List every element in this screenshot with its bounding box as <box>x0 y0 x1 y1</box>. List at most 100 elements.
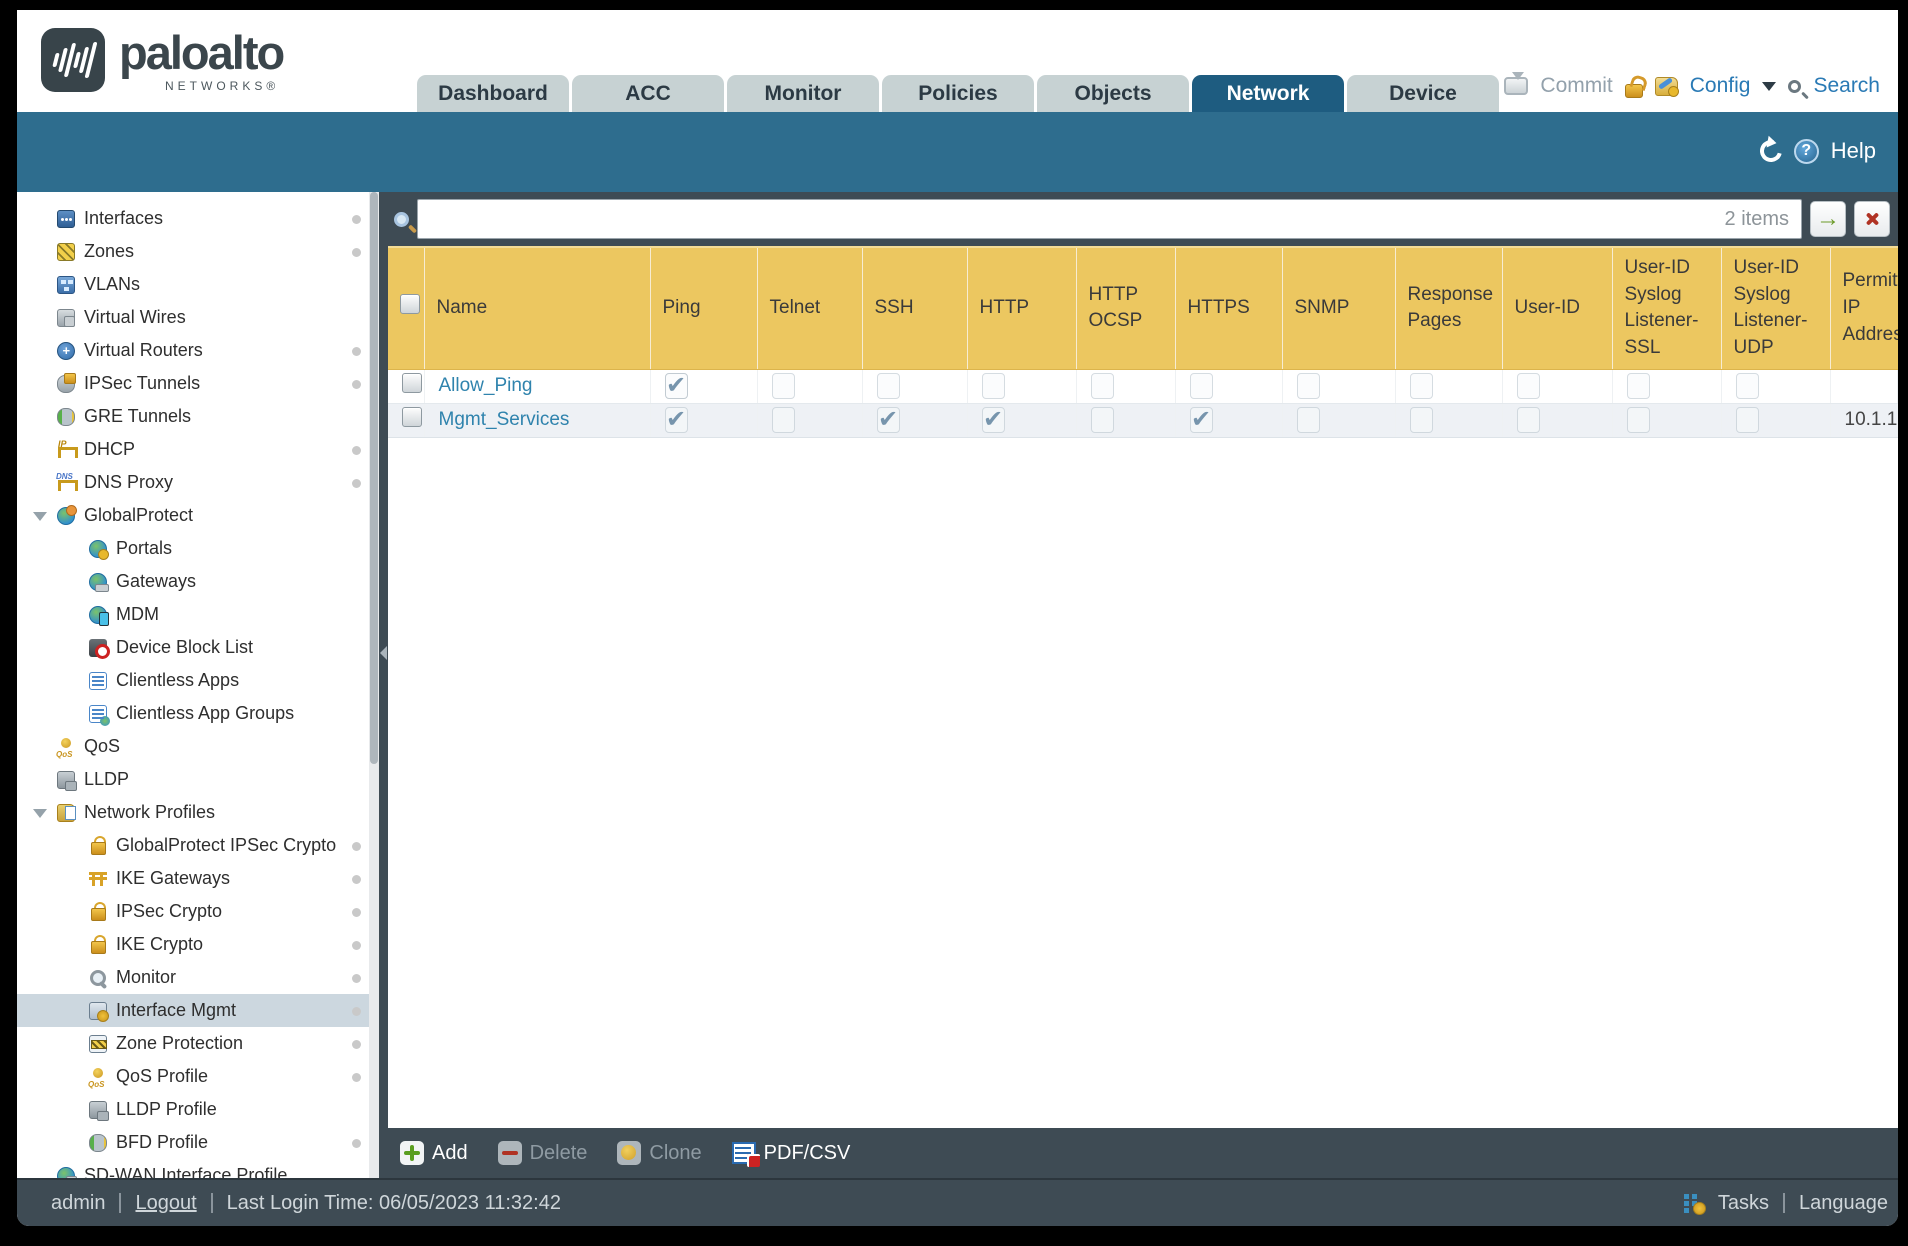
uid-syslog-ssl-check-cell <box>1612 403 1722 438</box>
commit-button[interactable]: Commit <box>1540 74 1612 98</box>
sidebar-item-sd-wan-interface-profile[interactable]: SD-WAN Interface Profile <box>17 1159 379 1178</box>
select-all-checkbox[interactable] <box>400 293 420 314</box>
table-header-row: Name Ping Telnet SSH HTTP HTTP OCSP HTTP… <box>388 246 1898 370</box>
help-icon[interactable]: ? <box>1793 138 1819 164</box>
row-checkbox[interactable] <box>402 373 422 393</box>
tasks-link[interactable]: Tasks <box>1718 1192 1769 1215</box>
checkbox-indicator <box>664 373 688 399</box>
http-ocsp-check-cell <box>1076 403 1176 438</box>
sidebar-scrollbar[interactable] <box>369 192 379 1178</box>
sidebar-item-portals[interactable]: Portals <box>17 532 379 565</box>
interfaces-icon <box>57 209 75 228</box>
sidebar-item-interface-mgmt[interactable]: Interface Mgmt <box>17 994 379 1027</box>
chevron-down-icon[interactable] <box>1762 82 1777 98</box>
config-button[interactable]: Config <box>1690 74 1751 98</box>
add-button[interactable]: Add <box>400 1141 468 1165</box>
filter-search-icon <box>394 211 409 227</box>
pdf-csv-button[interactable]: PDF/CSV <box>731 1142 850 1167</box>
sidebar-item-bfd-profile[interactable]: BFD Profile <box>17 1126 379 1159</box>
tab-objects[interactable]: Objects <box>1037 75 1189 112</box>
clientless-app-groups-icon <box>89 704 110 726</box>
sidebar-item-ike-gateways[interactable]: IKE Gateways <box>17 862 379 895</box>
column-header-http-ocsp[interactable]: HTTP OCSP <box>1076 246 1176 370</box>
http-ocsp-check-cell <box>1076 369 1176 404</box>
sidebar-item-dhcp[interactable]: DHCP <box>17 433 379 466</box>
clear-filter-button[interactable] <box>1854 201 1890 237</box>
http-check-cell <box>967 403 1077 438</box>
global-search-button[interactable]: Search <box>1813 74 1880 98</box>
sidebar-item-lldp-profile[interactable]: LLDP Profile <box>17 1093 379 1126</box>
column-header-response-pages[interactable]: Response Pages <box>1395 246 1503 370</box>
column-header-user-id[interactable]: User-ID <box>1502 246 1613 370</box>
tab-dashboard[interactable]: Dashboard <box>417 75 569 112</box>
column-header-uid-syslog-ssl[interactable]: User-ID Syslog Listener-SSL <box>1612 246 1722 370</box>
column-header-ping[interactable]: Ping <box>650 246 758 370</box>
sidebar-item-globalprotect[interactable]: GlobalProtect <box>17 499 379 532</box>
help-link[interactable]: Help <box>1831 138 1876 164</box>
sidebar-scrollbar-thumb[interactable] <box>370 192 378 764</box>
sidebar-item-zones[interactable]: Zones <box>17 235 379 268</box>
tab-monitor[interactable]: Monitor <box>727 75 879 112</box>
sidebar-item-gateways[interactable]: Gateways <box>17 565 379 598</box>
column-header-ssh[interactable]: SSH <box>862 246 968 370</box>
tab-policies[interactable]: Policies <box>882 75 1034 112</box>
sidebar-item-device-block-list[interactable]: Device Block List <box>17 631 379 664</box>
tab-device[interactable]: Device <box>1347 75 1499 112</box>
sidebar-item-ipsec-tunnels[interactable]: IPSec Tunnels <box>17 367 379 400</box>
sidebar-item-interfaces[interactable]: Interfaces <box>17 202 379 235</box>
delete-button[interactable]: Delete <box>497 1141 587 1165</box>
sidebar-item-dns-proxy[interactable]: DNS Proxy <box>17 466 379 499</box>
sidebar-item-vlans[interactable]: VLANs <box>17 268 379 301</box>
unlock-icon[interactable] <box>1624 83 1643 98</box>
refresh-icon[interactable] <box>1755 135 1786 167</box>
brand-subtitle: NETWORKS® <box>165 79 280 94</box>
checkbox-indicator <box>1409 373 1433 399</box>
column-header-telnet[interactable]: Telnet <box>757 246 863 370</box>
sidebar-item-monitor[interactable]: Monitor <box>17 961 379 994</box>
tab-network[interactable]: Network <box>1192 75 1344 112</box>
sidebar-item-qos[interactable]: QoS <box>17 730 379 763</box>
column-header-name[interactable]: Name <box>424 246 651 370</box>
user-id-check-cell <box>1502 369 1613 404</box>
tab-acc[interactable]: ACC <box>572 75 724 112</box>
clone-button[interactable]: Clone <box>617 1141 702 1165</box>
uid-syslog-udp-check-cell <box>1721 403 1831 438</box>
profile-name-cell: Mgmt_Services <box>424 403 651 438</box>
profile-link[interactable]: Allow_Ping <box>439 375 533 396</box>
sidebar-item-clientless-apps[interactable]: Clientless Apps <box>17 664 379 697</box>
row-select-cell <box>388 403 425 438</box>
filter-search-input[interactable] <box>418 200 1725 238</box>
sidebar-item-network-profiles[interactable]: Network Profiles <box>17 796 379 829</box>
sidebar-item-globalprotect-ipsec-crypto[interactable]: GlobalProtect IPSec Crypto <box>17 829 379 862</box>
logout-link[interactable]: Logout <box>135 1192 196 1215</box>
column-header-snmp[interactable]: SNMP <box>1282 246 1396 370</box>
sidebar-item-clientless-app-groups[interactable]: Clientless App Groups <box>17 697 379 730</box>
column-header-uid-syslog-udp[interactable]: User-ID Syslog Listener-UDP <box>1721 246 1831 370</box>
column-header-http[interactable]: HTTP <box>967 246 1077 370</box>
column-header-permitted-ip[interactable]: Permitted IP Address... <box>1830 246 1898 370</box>
sidebar-item-zone-protection[interactable]: Zone Protection <box>17 1027 379 1060</box>
sidebar-item-ipsec-crypto[interactable]: IPSec Crypto <box>17 895 379 928</box>
column-header-https[interactable]: HTTPS <box>1175 246 1283 370</box>
ike-gateways-icon <box>89 870 107 888</box>
sidebar-item-lldp[interactable]: LLDP <box>17 763 379 796</box>
sidebar-item-qos-profile[interactable]: QoS Profile <box>17 1060 379 1093</box>
checkbox-indicator <box>1189 407 1213 433</box>
collapse-sidebar-icon[interactable] <box>380 645 387 660</box>
sidebar-item-virtual-wires[interactable]: Virtual Wires <box>17 301 379 334</box>
sidebar-item-mdm[interactable]: MDM <box>17 598 379 631</box>
profile-link[interactable]: Mgmt_Services <box>439 409 570 430</box>
permitted-ip-cell: 10.1.10... <box>1830 403 1898 438</box>
ipsec-tunnels-icon <box>57 372 76 393</box>
select-all-header[interactable] <box>388 246 425 370</box>
snmp-check-cell <box>1282 369 1396 404</box>
sidebar-divider[interactable] <box>379 192 388 1178</box>
apply-filter-button[interactable]: → <box>1810 201 1846 237</box>
sidebar-item-virtual-routers[interactable]: Virtual Routers <box>17 334 379 367</box>
row-checkbox[interactable] <box>402 407 422 427</box>
language-link[interactable]: Language <box>1799 1192 1888 1215</box>
sidebar-item-ike-crypto[interactable]: IKE Crypto <box>17 928 379 961</box>
gateways-icon <box>89 572 109 592</box>
sidebar-item-gre-tunnels[interactable]: GRE Tunnels <box>17 400 379 433</box>
telnet-check-cell <box>757 403 863 438</box>
